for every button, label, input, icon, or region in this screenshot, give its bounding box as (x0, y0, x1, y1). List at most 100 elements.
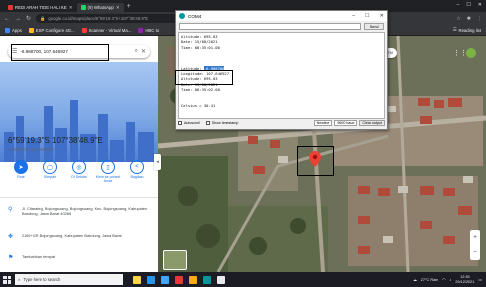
notifications-icon[interactable]: ▭ (478, 277, 482, 282)
taskbar-pinned-apps (133, 275, 225, 284)
weather-text: 27°C Rain (420, 277, 439, 282)
reload-icon[interactable]: ↻ (26, 15, 31, 22)
bookmark-star-icon[interactable]: ☆ (456, 16, 460, 22)
reading-list[interactable]: ☰ Reading list (453, 27, 481, 33)
maximize-icon[interactable]: ☐ (466, 2, 470, 8)
browser-tab[interactable]: (9) WhatsApp ✕ (76, 3, 124, 12)
extensions-icon[interactable]: ✱ (467, 16, 471, 22)
bookmark-icon (81, 27, 87, 33)
bookmark-item[interactable]: Apps (5, 27, 22, 33)
clear-output-button[interactable]: Clear output (359, 120, 385, 126)
arduino-icon[interactable] (203, 275, 211, 284)
system-tray: ☁ 27°C Rain ◠ ♪ 12:35 29/12/2021 ▭ (413, 275, 486, 284)
info-text: 2J69+GR Bojongsoang, Kabupaten Bandung, … (22, 233, 122, 238)
directions-icon: ➤ (14, 160, 28, 174)
windows-start-icon[interactable] (3, 275, 11, 284)
close-icon[interactable]: ✕ (380, 13, 384, 19)
serial-line: Celsius = 30.41 (181, 102, 216, 108)
edge-browser-icon[interactable] (147, 275, 155, 284)
bookmark-label: Apps (12, 27, 22, 33)
plus-code-icon: ✥ (8, 234, 14, 240)
tab-favicon-icon (80, 5, 86, 10)
address-text: google.co.id/maps/place/6°59'19.3"S+107°… (48, 16, 149, 21)
close-icon[interactable]: ✕ (141, 48, 146, 55)
back-icon[interactable]: ← (4, 16, 10, 22)
bookmark-icon (138, 27, 144, 33)
share-icon: < (130, 160, 144, 174)
divider (0, 197, 158, 198)
arduino-logo-icon (179, 13, 185, 19)
window-controls: – ☐ ✕ (352, 13, 384, 19)
bookmark-label: HBC to (145, 27, 160, 33)
action-di-sekitar[interactable]: ◎ Di Sekitar (66, 160, 92, 184)
info-row[interactable]: ⚲ Jl. Citarateg, Bojongsoang, Bojongsoang… (8, 206, 150, 216)
desktop-screen: REDI ARAH TIDE HALI KE ✕ (9) WhatsApp ✕ + – ☐ ✕… (0, 0, 486, 287)
menu-icon[interactable]: ⋮ (477, 16, 482, 22)
info-text: Jl. Citarateg, Bojongsoang, Bojongsoang,… (22, 206, 148, 217)
action-simpan[interactable]: ▢ Simpan (37, 160, 63, 184)
bookmark-label: ESP Configure 4G... (35, 27, 75, 33)
bookmark-item[interactable]: HBC to (138, 27, 160, 33)
serial-highlight-box (175, 70, 233, 85)
weather-icon[interactable]: ☁ (413, 277, 417, 282)
bookmark-icon (5, 27, 10, 33)
serial-send-input[interactable] (179, 23, 361, 30)
serial-footer: Autoscroll Show timestamp Newline 9600 b… (178, 119, 385, 127)
close-icon[interactable]: ✕ (69, 5, 73, 11)
collapse-panel-button[interactable]: ◂ (154, 154, 161, 170)
windows-taskbar: ⌕ Type here to search ☁ 27°C Rain ◠ ♪ 12… (0, 272, 486, 287)
layers-toggle[interactable] (163, 250, 187, 270)
store-icon[interactable] (175, 275, 183, 284)
action-kirim-ke-ponsel-anda[interactable]: ▯ Kirim ke ponsel Anda (95, 160, 121, 184)
zoom-out-button[interactable]: − (473, 249, 477, 256)
bookmark-item[interactable]: ESP Configure 4G... (28, 27, 75, 33)
serial-title-bar: COM4 – ☐ ✕ (176, 11, 387, 21)
action-label: Bagikan (130, 175, 144, 179)
autoscroll-checkbox[interactable] (178, 121, 182, 125)
action-rute[interactable]: ➤ Rute (8, 160, 34, 184)
file-explorer-icon[interactable] (133, 275, 141, 284)
send-button[interactable]: Send (364, 23, 384, 30)
place-decimal-coords: -6.988700, 107.646927 (8, 147, 55, 152)
nearby-icon: ◎ (72, 160, 86, 174)
google-apps-icon[interactable]: ⋮⋮ (453, 49, 467, 57)
chrome-icon[interactable] (189, 275, 197, 284)
timestamp-checkbox[interactable] (205, 121, 210, 125)
search-highlight-box (11, 44, 109, 61)
settings-icon[interactable] (217, 275, 225, 284)
action-bagikan[interactable]: < Bagikan (124, 160, 150, 184)
browser-tab[interactable]: REDI ARAH TIDE HALI KE ✕ (4, 3, 77, 12)
close-icon[interactable]: ✕ (478, 2, 482, 8)
avatar[interactable] (466, 48, 476, 58)
reading-list-icon: ☰ (452, 27, 457, 32)
serial-title: COM4 (188, 13, 202, 19)
map-pin-icon[interactable] (309, 151, 321, 167)
new-tab-icon[interactable]: + (127, 3, 131, 10)
search-icon: ⌕ (18, 277, 21, 282)
taskbar-search[interactable]: ⌕ Type here to search (15, 274, 123, 285)
save-icon: ▢ (43, 160, 57, 174)
volume-icon[interactable]: ♪ (449, 278, 451, 282)
baud-select[interactable]: 9600 baud (334, 120, 358, 126)
toolbar-actions: ☆ ✱ ⋮ (456, 16, 482, 22)
close-icon[interactable]: ✕ (116, 5, 120, 11)
mail-icon[interactable] (161, 275, 169, 284)
zoom-control: + − (470, 230, 480, 260)
lock-icon: 🔒 (40, 15, 46, 21)
forward-icon[interactable]: → (15, 16, 21, 22)
tab-favicon-icon (8, 5, 13, 10)
bookmark-item[interactable]: Scanner - Virtual Ma... (81, 27, 131, 33)
action-label: Simpan (43, 175, 57, 179)
info-row[interactable]: ✥ 2J69+GR Bojongsoang, Kabupaten Bandung,… (8, 233, 150, 240)
minimize-icon[interactable]: – (457, 2, 460, 8)
maximize-icon[interactable]: ☐ (365, 13, 370, 19)
info-row[interactable]: ⚑ Tambahkan tempat (8, 254, 150, 261)
info-text: Tambahkan tempat (22, 254, 56, 259)
action-label: Rute (17, 175, 25, 179)
zoom-in-button[interactable]: + (473, 234, 477, 241)
network-icon[interactable]: ◠ (442, 277, 445, 282)
line-ending-select[interactable]: Newline (313, 120, 333, 126)
search-icon[interactable]: ⌕ (135, 48, 138, 55)
minimize-icon[interactable]: – (352, 13, 355, 19)
taskbar-clock[interactable]: 12:35 29/12/2021 (455, 275, 474, 284)
